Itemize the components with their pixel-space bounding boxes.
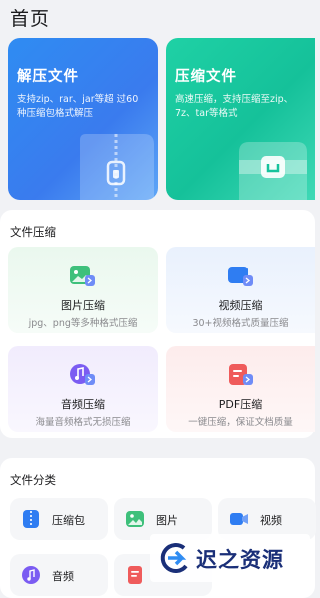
compress-title: 压缩文件	[175, 69, 237, 85]
pdf-compress-name: PDF压缩	[218, 398, 263, 411]
box-archive-icon	[239, 142, 307, 200]
audio-icon	[22, 566, 40, 584]
watermark-text: 迟之资源	[196, 548, 284, 572]
image-compress-tile[interactable]: 图片压缩 jpg、png等多种格式压缩	[8, 247, 158, 333]
category-archive-label: 压缩包	[52, 514, 85, 527]
compress-desc: 高速压缩，支持压缩至zip、7z、tar等格式	[175, 94, 294, 119]
watermark: 迟之资源	[150, 534, 310, 582]
pdf-compress-icon	[229, 364, 253, 385]
compress-section-title: 文件压缩	[10, 225, 56, 239]
zip-archive-icon	[80, 134, 154, 200]
pdf-compress-tile[interactable]: PDF压缩 一键压缩，保证文档质量	[166, 346, 315, 432]
audio-compress-desc: 海量音频格式无损压缩	[35, 417, 131, 428]
image-icon	[126, 511, 144, 527]
extract-card[interactable]: 解压文件 支持zip、rar、jar等超 过60种压缩包格式解压	[8, 38, 158, 200]
extract-title: 解压文件	[17, 69, 79, 85]
video-compress-icon	[228, 267, 253, 286]
extract-desc: 支持zip、rar、jar等超 过60种压缩包格式解压	[17, 94, 139, 119]
video-compress-name: 视频压缩	[218, 299, 263, 312]
category-archive[interactable]: 压缩包	[10, 498, 108, 540]
category-section-title: 文件分类	[10, 473, 56, 487]
compress-panel: 文件压缩 图片压缩 jpg、png等多种格式压缩 视频压缩 30+视频格式质量压…	[0, 210, 315, 438]
audio-compress-icon	[70, 364, 95, 385]
video-icon	[230, 513, 248, 525]
document-icon	[128, 566, 142, 584]
archive-icon	[23, 510, 39, 528]
video-compress-desc: 30+视频格式质量压缩	[192, 318, 289, 329]
category-video-label: 视频	[260, 514, 282, 527]
category-image-label: 图片	[156, 514, 178, 527]
category-audio[interactable]: 音频	[10, 554, 108, 596]
image-compress-icon	[70, 266, 95, 286]
audio-compress-tile[interactable]: 音频压缩 海量音频格式无损压缩	[8, 346, 158, 432]
page-title: 首页	[10, 8, 51, 30]
image-compress-desc: jpg、png等多种格式压缩	[28, 318, 138, 329]
video-compress-tile[interactable]: 视频压缩 30+视频格式质量压缩	[166, 247, 315, 333]
watermark-logo-icon	[160, 543, 188, 574]
image-compress-name: 图片压缩	[61, 299, 105, 312]
audio-compress-name: 音频压缩	[61, 398, 105, 411]
compress-card[interactable]: 压缩文件 高速压缩，支持压缩至zip、7z、tar等格式	[166, 38, 315, 200]
pdf-compress-desc: 一键压缩，保证文档质量	[188, 417, 293, 428]
category-audio-label: 音频	[52, 570, 74, 583]
